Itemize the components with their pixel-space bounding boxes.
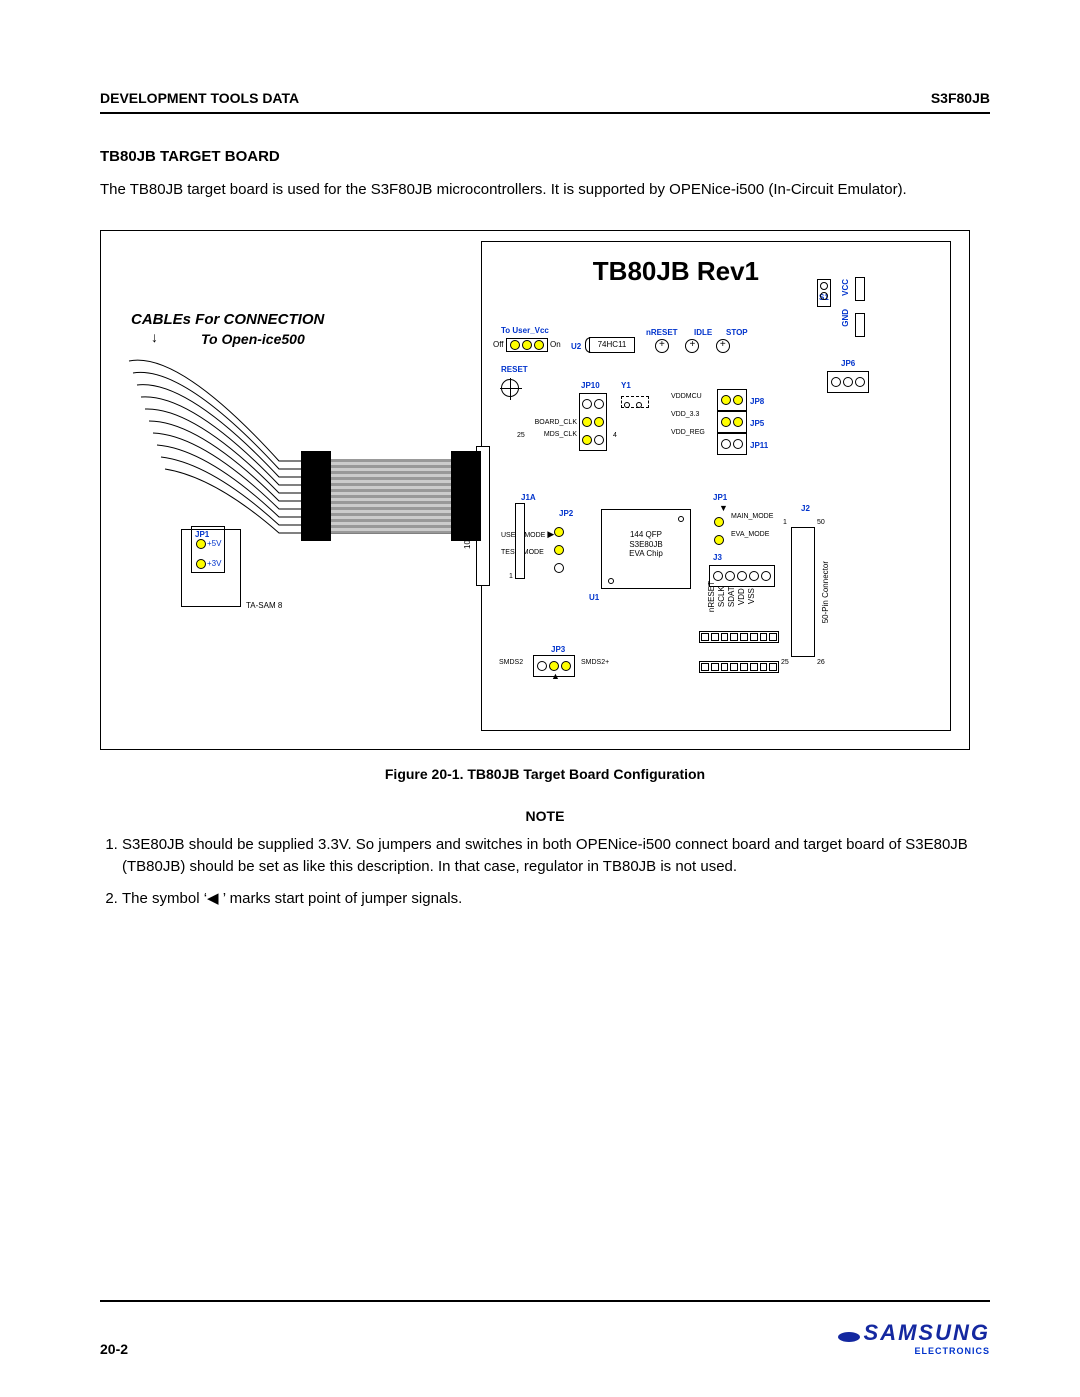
samsung-oval-icon (837, 1330, 861, 1344)
j2-50: 50 (817, 519, 825, 526)
jp10-block (579, 393, 607, 451)
chip-l3: EVA Chip (602, 549, 690, 559)
chip-l1: 144 QFP (602, 530, 690, 540)
s1-switch-icon (817, 279, 831, 307)
section-title: TB80JB TARGET BOARD (100, 148, 990, 165)
led-icon (685, 339, 699, 353)
u1-label: U1 (589, 593, 599, 602)
eva-chip: 144 QFP S3E80JB EVA Chip (601, 509, 691, 589)
jp6-jumper (827, 371, 869, 393)
figure-container: TB80JB Rev1 CABLEs For CONNECTION ↓ To O… (100, 230, 970, 750)
j2-1: 1 (783, 519, 787, 526)
note-heading: NOTE (100, 808, 990, 824)
jp1-right-pads (713, 513, 725, 549)
note-list: S3E80JB should be supplied 3.3V. So jump… (100, 834, 990, 909)
idle-label: IDLE (694, 328, 712, 337)
stop-label: STOP (726, 328, 748, 337)
ext-jp1-box: JP1 +5V +3V (191, 526, 225, 573)
j2-26: 26 (817, 659, 825, 666)
nreset-label: nRESET (646, 328, 678, 337)
jp5-jumper (717, 411, 747, 433)
u2-notch-icon (585, 337, 591, 353)
y1-label: Y1 (621, 381, 631, 390)
header-strip-1 (699, 631, 779, 643)
ext-jp1-label: JP1 (195, 530, 221, 539)
mdsclk-label: MDS_CLK (529, 431, 577, 438)
jp5-label: JP5 (750, 419, 764, 428)
reset-button-icon (501, 379, 519, 397)
header-right: S3F80JB (931, 90, 990, 106)
boardclk-label: BOARD_CLK (529, 419, 577, 426)
page-header: DEVELOPMENT TOOLS DATA S3F80JB (100, 90, 990, 114)
brand-sub: ELECTRONICS (914, 1346, 990, 1356)
on-label: On (550, 340, 561, 349)
jp2-pads (553, 523, 565, 577)
vddreg-label: VDD_REG (671, 429, 705, 436)
smds2p-label: SMDS2+ (581, 659, 609, 666)
off-label: Off (493, 340, 504, 349)
n1-label: 1 (509, 573, 513, 580)
j2-label: J2 (801, 504, 810, 513)
ribbon-connector-icon (301, 451, 481, 541)
mainmode-label: MAIN_MODE (731, 513, 773, 520)
reset-label: RESET (501, 365, 528, 374)
u2-chip: 74HC11 (589, 337, 635, 353)
p5v-label: +5V (207, 539, 221, 548)
jp3-label: JP3 (551, 645, 565, 654)
smds2-label: SMDS2 (499, 659, 523, 666)
cables-label: CABLEs For CONNECTION (131, 311, 324, 328)
u2-label: U2 (571, 342, 581, 351)
triangle-down-icon: ▼ (719, 503, 728, 513)
gnd-label: GND (841, 309, 850, 327)
page-footer: 20-2 SAMSUNG ELECTRONICS (100, 1300, 990, 1357)
vdd33-label: VDD_3.3 (671, 411, 699, 418)
vddmcu-label: VDDMCU (671, 393, 702, 400)
j2-connector (791, 527, 815, 657)
intro-paragraph: The TB80JB target board is used for the … (100, 179, 990, 200)
gnd-pad (855, 313, 865, 337)
y1-crystal-icon (621, 396, 649, 408)
jp6-label: JP6 (841, 359, 855, 368)
jp8-label: JP8 (750, 397, 764, 406)
header-strip-2 (699, 661, 779, 673)
j1a-connector (515, 503, 525, 579)
note-item: The symbol ‘◀ ’ marks start point of jum… (122, 888, 990, 910)
brand-logo: SAMSUNG (864, 1320, 990, 1345)
to-user-vcc-label: To User_Vcc (501, 326, 549, 335)
chip-l2: S3E80JB (602, 540, 690, 550)
led-icon (655, 339, 669, 353)
jp10-label: JP10 (581, 381, 600, 390)
jp2-label: JP2 (559, 509, 573, 518)
header-left: DEVELOPMENT TOOLS DATA (100, 90, 299, 106)
j3-pin-labels: nRESET SCLK SDAT VDD VSS (707, 581, 756, 612)
triangle-up-icon: ▲ (551, 671, 560, 681)
vcc-label: VCC (841, 279, 850, 296)
led-icon (716, 339, 730, 353)
p3v-label: +3V (207, 559, 221, 568)
jp1-right-label: JP1 (713, 493, 727, 502)
jp11-label: JP11 (750, 441, 768, 450)
n4-label: 4 (613, 432, 617, 439)
j1a-label: J1A (521, 493, 536, 502)
brand-block: SAMSUNG ELECTRONICS (837, 1320, 990, 1357)
conn50-label: 50-Pin Connector (821, 561, 830, 623)
page-number: 20-2 (100, 1341, 128, 1357)
note-item: S3E80JB should be supplied 3.3V. So jump… (122, 834, 990, 878)
j2-25: 25 (781, 659, 789, 666)
figure-caption: Figure 20-1. TB80JB Target Board Configu… (100, 766, 990, 782)
j3-label: J3 (713, 553, 722, 562)
jp8-jumper (717, 389, 747, 411)
evamode-label: EVA_MODE (731, 531, 769, 538)
n25-label: 25 (517, 432, 525, 439)
tasam-label: TA-SAM 8 (246, 601, 282, 610)
jp11-jumper (717, 433, 747, 455)
vcc-pad (855, 277, 865, 301)
